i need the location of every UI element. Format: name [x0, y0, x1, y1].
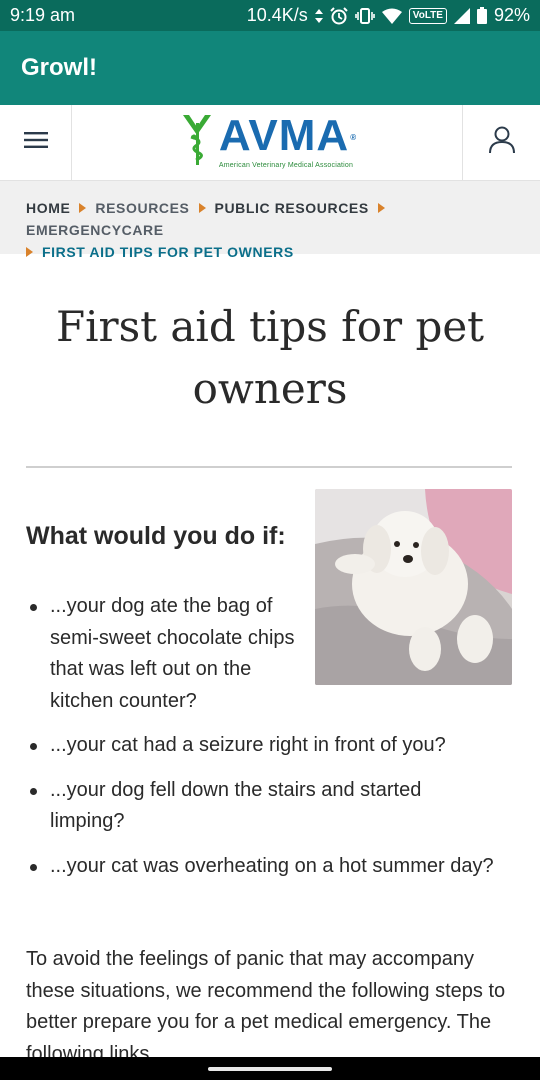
battery-icon [476, 7, 487, 24]
logo-subtitle: American Veterinary Medical Association [218, 162, 354, 169]
caduceus-icon [181, 113, 215, 172]
article: First aid tips for pet owners What would… [0, 254, 540, 1060]
breadcrumb-resources[interactable]: RESOURCES [95, 200, 189, 216]
status-bar: 9:19 am 10.4K/s VoLTE 92% [0, 0, 540, 31]
status-indicators: 10.4K/s VoLTE 92% [247, 5, 530, 26]
page-title: First aid tips for pet owners [55, 302, 485, 413]
vibrate-icon [354, 7, 375, 24]
hamburger-menu-icon [23, 131, 48, 154]
app-title: Growl! [21, 54, 97, 81]
data-arrows-icon [314, 8, 323, 23]
signal-icon [453, 7, 470, 24]
breadcrumb-emergencycare[interactable]: EMERGENCYCARE [26, 222, 164, 238]
logo-link[interactable]: AVMA ® American Veterinary Medical Associ… [72, 105, 462, 180]
menu-button[interactable] [0, 105, 72, 180]
subheading: What would you do if: [26, 522, 286, 550]
breadcrumb-arrow-icon [377, 203, 385, 213]
breadcrumb-arrow-icon [198, 203, 206, 213]
intro-paragraph: To avoid the feelings of panic that may … [26, 948, 506, 1060]
user-account-icon [488, 126, 515, 159]
home-gesture-handle[interactable] [208, 1066, 332, 1071]
list-item: ...your dog fell down the stairs and sta… [26, 775, 496, 838]
logo-wordmark: AVMA ® [218, 111, 358, 160]
app-bar: Growl! [0, 31, 540, 105]
title-divider [26, 466, 512, 468]
site-header: AVMA ® American Veterinary Medical Associ… [0, 105, 540, 181]
avma-logo: AVMA ® American Veterinary Medical Associ… [181, 111, 358, 172]
status-time: 9:19 am [10, 5, 76, 25]
list-item: ...your cat was overheating on a hot sum… [26, 851, 496, 883]
account-button[interactable] [462, 105, 540, 180]
volte-badge: VoLTE [408, 7, 447, 24]
alarm-icon [330, 6, 348, 25]
breadcrumb: HOME RESOURCES PUBLIC RESOURCES EMERGENCYCA… [0, 181, 540, 260]
breadcrumb-home[interactable]: HOME [26, 200, 70, 216]
system-nav-bar [0, 1057, 540, 1080]
list-item: ...your cat had a seizure right in front… [26, 730, 496, 762]
battery-percent: 92% [493, 5, 530, 25]
breadcrumb-arrow-icon [79, 203, 87, 213]
network-speed: 10.4K/s [246, 5, 308, 25]
breadcrumb-public-resources[interactable]: PUBLIC RESOURCES [215, 200, 369, 216]
wifi-icon [381, 8, 402, 24]
list-item: ...your dog ate the bag of semi-sweet ch… [26, 591, 316, 717]
scenario-list: ...your dog ate the bag of semi-sweet ch… [26, 591, 496, 895]
